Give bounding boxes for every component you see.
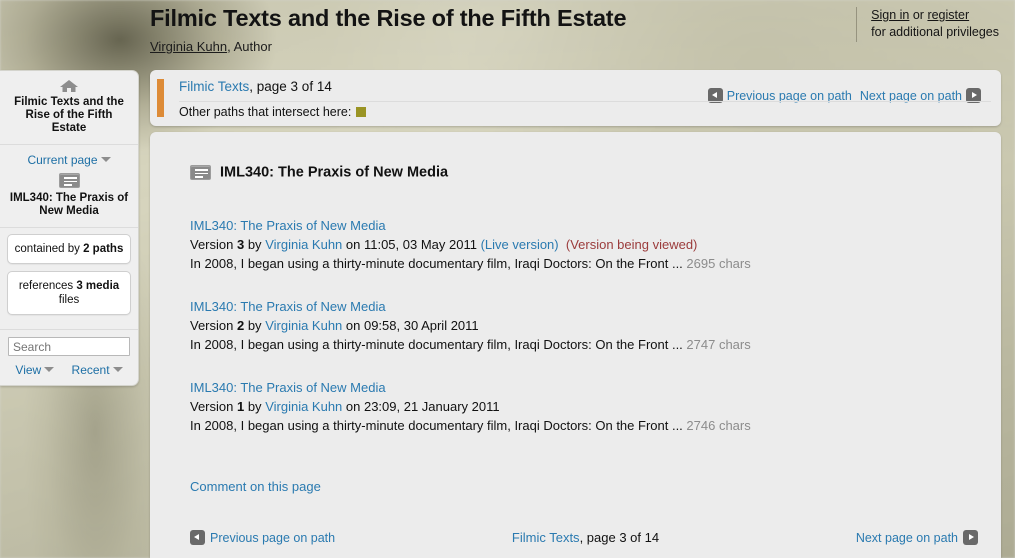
version-title-link[interactable]: IML340: The Praxis of New Media [190, 379, 981, 397]
version-by: by [244, 399, 266, 414]
version-timestamp: 23:09, 21 January 2011 [363, 399, 500, 414]
live-version-link[interactable]: (Live version) [481, 237, 559, 252]
contained-by-count: 2 paths [83, 243, 124, 256]
recent-dropdown[interactable]: Recent [72, 363, 123, 377]
excerpt-text: In 2008, I began using a thirty-minute d… [190, 418, 683, 433]
references-suffix: files [58, 294, 80, 307]
excerpt-text: In 2008, I began using a thirty-minute d… [190, 256, 683, 271]
path-bar-bottom-row: Other paths that intersect here: [179, 105, 367, 119]
chevron-down-icon [44, 367, 55, 373]
version-item: IML340: The Praxis of New Media Version … [190, 298, 981, 354]
signin-row: Sign in or register [871, 7, 999, 24]
sidebar-relations: contained by 2 paths references 3 media … [0, 228, 138, 329]
char-count: 2746 chars [686, 418, 751, 433]
version-word: Version [190, 318, 237, 333]
search-input[interactable] [8, 337, 130, 357]
signin-or: or [909, 8, 928, 22]
path-accent-bar [157, 79, 164, 117]
recent-label: Recent [71, 363, 110, 378]
excerpt-text: In 2008, I began using a thirty-minute d… [190, 337, 683, 352]
version-timestamp: 11:05, 03 May 2011 [363, 237, 477, 252]
version-excerpt: In 2008, I began using a thirty-minute d… [190, 335, 981, 354]
sidebar-current-icon-row [6, 172, 132, 189]
footer-next-group: Next page on path [851, 530, 978, 545]
intersect-label: Other paths that intersect here: [179, 105, 352, 119]
sidebar-home-label: Filmic Texts and the Rise of the Fifth E… [14, 96, 124, 134]
page-title: Filmic Texts and the Rise of the Fifth E… [150, 5, 627, 31]
path-bar-divider [179, 101, 991, 102]
version-meta: Version 2 by Virginia Kuhn on 09:58, 30 … [190, 316, 981, 335]
references-prefix: references [18, 280, 77, 293]
path-bar: Filmic Texts, page 3 of 14 Previous page… [150, 70, 1001, 126]
sidebar-references-box[interactable]: references 3 media files [7, 271, 131, 316]
intersecting-path-chip[interactable] [356, 107, 367, 117]
content-footer-nav: Previous page on path Filmic Texts, page… [190, 530, 981, 550]
path-name-link[interactable]: Filmic Texts [179, 79, 249, 94]
version-item: IML340: The Praxis of New Media Version … [190, 217, 981, 273]
contained-by-prefix: contained by [14, 243, 84, 256]
sidebar-search-section [0, 329, 138, 358]
path-position: , page 3 of 14 [249, 79, 332, 94]
sidebar-contained-by-box[interactable]: contained by 2 paths [7, 234, 131, 265]
version-list: IML340: The Praxis of New Media Version … [190, 217, 981, 460]
version-on: on [342, 399, 364, 414]
footer-path-name-link[interactable]: Filmic Texts [512, 530, 580, 545]
version-item: IML340: The Praxis of New Media Version … [190, 379, 981, 435]
comment-on-page-link[interactable]: Comment on this page [190, 479, 321, 494]
version-meta: Version 1 by Virginia Kuhn on 23:09, 21 … [190, 397, 981, 416]
version-author-link[interactable]: Virginia Kuhn [265, 237, 342, 252]
document-icon [58, 173, 80, 189]
sidebar-home-section[interactable]: Filmic Texts and the Rise of the Fifth E… [0, 71, 138, 145]
path-bar-top-row: Filmic Texts, page 3 of 14 Previous page… [179, 79, 991, 103]
author-link[interactable]: Virginia Kuhn [150, 39, 227, 54]
version-by: by [244, 318, 266, 333]
version-author-link[interactable]: Virginia Kuhn [265, 399, 342, 414]
register-link[interactable]: register [927, 8, 969, 22]
char-count: 2747 chars [686, 337, 751, 352]
version-on: on [342, 237, 364, 252]
content-header: IML340: The Praxis of New Media [190, 164, 448, 181]
char-count: 2695 chars [686, 256, 751, 271]
main-content-panel: IML340: The Praxis of New Media IML340: … [150, 132, 1001, 558]
path-breadcrumb: Filmic Texts, page 3 of 14 [179, 79, 332, 94]
version-timestamp: 09:58, 30 April 2011 [363, 318, 479, 333]
version-title-link[interactable]: IML340: The Praxis of New Media [190, 217, 981, 235]
content-title: IML340: The Praxis of New Media [220, 164, 449, 181]
version-meta: Version 3 by Virginia Kuhn on 11:05, 03 … [190, 235, 981, 254]
sidebar-current-doc-label: IML340: The Praxis of New Media [9, 192, 129, 218]
version-author-link[interactable]: Virginia Kuhn [265, 318, 342, 333]
author-role: , Author [227, 39, 272, 54]
version-excerpt: In 2008, I began using a thirty-minute d… [190, 416, 981, 435]
references-count: 3 media [76, 280, 120, 293]
sign-in-link[interactable]: Sign in [871, 8, 909, 22]
sidebar-footer-links: View Recent [0, 358, 138, 379]
sidebar: Filmic Texts and the Rise of the Fifth E… [0, 70, 139, 387]
sidebar-current-section: Current page IML340: The Praxis of New M… [0, 145, 138, 229]
chevron-down-icon [100, 157, 111, 162]
view-dropdown[interactable]: View [15, 363, 55, 378]
view-label: View [15, 363, 42, 378]
version-excerpt: In 2008, I began using a thirty-minute d… [190, 254, 981, 273]
version-title-link[interactable]: IML340: The Praxis of New Media [190, 298, 981, 316]
version-being-viewed-badge: (Version being viewed) [565, 237, 698, 252]
footer-path-position: , page 3 of 14 [579, 530, 660, 545]
current-page-dropdown[interactable]: Current page [27, 153, 111, 167]
page-header: Filmic Texts and the Rise of the Fifth E… [0, 0, 1015, 68]
document-icon [190, 165, 211, 181]
current-page-label: Current page [27, 153, 98, 167]
version-by: by [244, 237, 266, 252]
version-on: on [342, 318, 364, 333]
version-word: Version [190, 237, 237, 252]
version-word: Version [190, 399, 237, 414]
footer-next-page-link[interactable]: Next page on path [856, 531, 958, 545]
home-icon [60, 80, 78, 92]
chevron-down-icon [112, 367, 123, 373]
byline: Virginia Kuhn, Author [150, 39, 272, 54]
signin-subtext: for additional privileges [871, 25, 999, 39]
signin-block: Sign in or register for additional privi… [856, 7, 999, 42]
next-arrow-icon[interactable] [963, 530, 978, 545]
